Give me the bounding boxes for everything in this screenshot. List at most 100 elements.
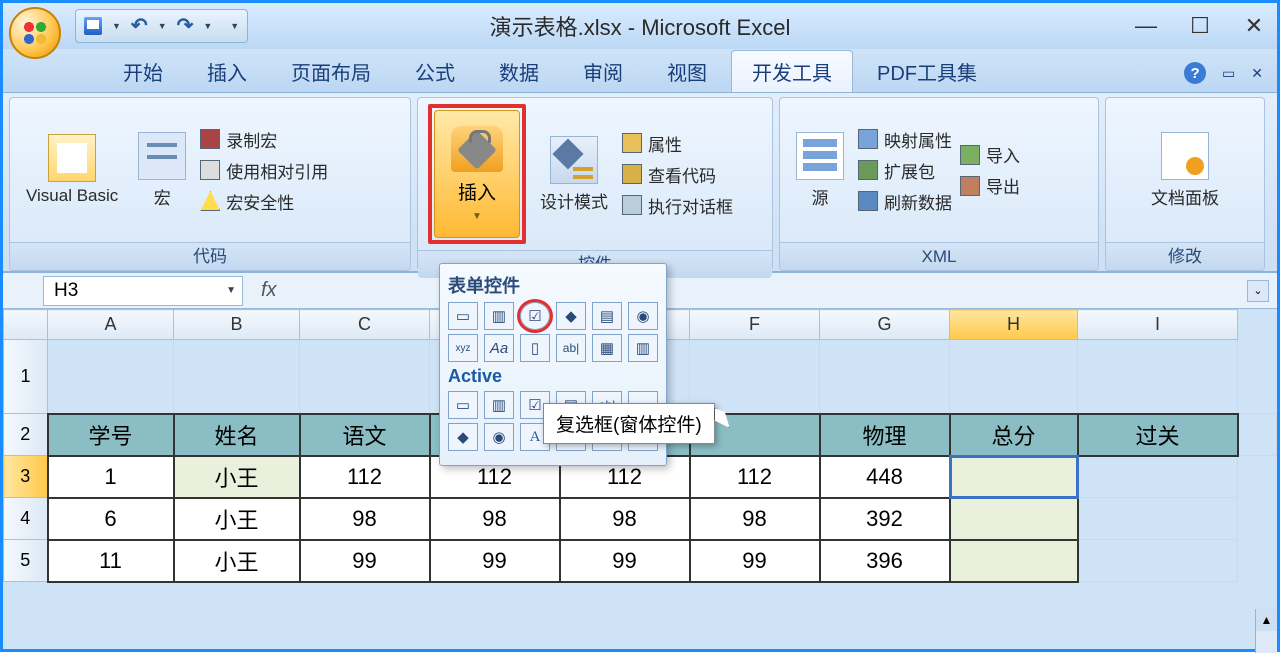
table-header[interactable]: 过关 [1078, 414, 1238, 456]
qat-customize[interactable]: ▼ [230, 21, 239, 31]
xml-import-button[interactable]: 导入 [960, 142, 1020, 167]
data-cell[interactable]: 392 [820, 498, 950, 540]
table-header[interactable]: 姓名 [174, 414, 300, 456]
option-control[interactable]: ◉ [628, 302, 658, 330]
cell[interactable] [820, 340, 950, 414]
office-button[interactable] [9, 7, 61, 59]
cell[interactable] [950, 340, 1078, 414]
data-cell[interactable]: 99 [560, 540, 690, 582]
tab-review[interactable]: 审阅 [563, 51, 643, 92]
dropdown-control[interactable]: ▥ [628, 334, 658, 362]
data-cell[interactable]: 小王 [174, 498, 300, 540]
macro-security-button[interactable]: 宏安全性 [200, 189, 328, 214]
undo-icon[interactable]: ↶ [131, 18, 148, 34]
tab-home[interactable]: 开始 [103, 51, 183, 92]
select-all-corner[interactable] [4, 310, 48, 340]
table-header[interactable]: 学号 [48, 414, 174, 456]
data-cell[interactable] [950, 540, 1078, 582]
data-cell[interactable]: 1 [48, 456, 174, 498]
data-cell[interactable] [950, 456, 1078, 498]
vertical-scrollbar[interactable]: ▲ [1255, 609, 1277, 653]
col-header-F[interactable]: F [690, 310, 820, 340]
visual-basic-button[interactable]: Visual Basic [20, 130, 124, 210]
ribbon-close[interactable]: ✕ [1251, 65, 1263, 82]
tab-insert[interactable]: 插入 [187, 51, 267, 92]
col-header-C[interactable]: C [300, 310, 430, 340]
row-header-3[interactable]: 3 [4, 456, 48, 498]
tab-view[interactable]: 视图 [647, 51, 727, 92]
tab-formulas[interactable]: 公式 [395, 51, 475, 92]
col-header-A[interactable]: A [48, 310, 174, 340]
button-control[interactable]: ▭ [448, 302, 478, 330]
data-cell[interactable]: 448 [820, 456, 950, 498]
redo-icon[interactable]: ↷ [177, 18, 194, 34]
col-header-B[interactable]: B [174, 310, 300, 340]
qat-redo-dd[interactable]: ▼ [203, 21, 212, 31]
maximize-button[interactable]: ☐ [1187, 13, 1213, 39]
xml-map-button[interactable]: 映射属性 [858, 127, 952, 152]
ax-button[interactable]: ▭ [448, 391, 478, 419]
help-icon[interactable]: ? [1184, 62, 1206, 84]
ax-combobox[interactable]: ▥ [484, 391, 514, 419]
fx-label[interactable]: fx [261, 279, 277, 302]
data-cell[interactable]: 6 [48, 498, 174, 540]
row-header-1[interactable]: 1 [4, 340, 48, 414]
xml-source-button[interactable]: 源 [790, 128, 850, 213]
data-cell[interactable]: 11 [48, 540, 174, 582]
ribbon-minimize[interactable]: ▭ [1222, 65, 1235, 82]
scrollbar-control[interactable]: ▯ [520, 334, 550, 362]
data-cell[interactable]: 小王 [174, 540, 300, 582]
row-header-4[interactable]: 4 [4, 498, 48, 540]
label-control[interactable]: Aa [484, 334, 514, 362]
view-code-button[interactable]: 查看代码 [622, 162, 733, 187]
row-header-5[interactable]: 5 [4, 540, 48, 582]
ax-option[interactable]: ◉ [484, 423, 514, 451]
cell[interactable] [174, 340, 300, 414]
save-icon[interactable] [84, 17, 102, 35]
data-cell[interactable]: 98 [560, 498, 690, 540]
qat-save-dd[interactable]: ▼ [112, 21, 121, 31]
groupbox-control[interactable]: xyz [448, 334, 478, 362]
tab-data[interactable]: 数据 [479, 51, 559, 92]
data-cell[interactable]: 98 [300, 498, 430, 540]
data-cell[interactable] [950, 498, 1078, 540]
cell[interactable] [1078, 340, 1238, 414]
use-relative-refs-button[interactable]: 使用相对引用 [200, 158, 328, 183]
xml-refresh-button[interactable]: 刷新数据 [858, 189, 952, 214]
design-mode-button[interactable]: 设计模式 [534, 132, 614, 217]
data-cell[interactable]: 98 [430, 498, 560, 540]
data-cell[interactable]: 99 [300, 540, 430, 582]
tab-pdf-tools[interactable]: PDF工具集 [857, 51, 997, 92]
doc-panel-button[interactable]: 文档面板 [1145, 128, 1225, 213]
data-cell[interactable]: 396 [820, 540, 950, 582]
row-header-2[interactable]: 2 [4, 414, 48, 456]
minimize-button[interactable]: — [1133, 13, 1159, 39]
data-cell[interactable]: 112 [690, 456, 820, 498]
scroll-up[interactable]: ▲ [1256, 609, 1277, 631]
table-header[interactable]: 总分 [950, 414, 1078, 456]
checkbox-control[interactable]: ☑ [520, 302, 550, 330]
combobox-control[interactable]: ▥ [484, 302, 514, 330]
insert-controls-button[interactable]: 插入 ▼ [434, 110, 520, 238]
macros-button[interactable]: 宏 [132, 128, 192, 213]
textfield-control[interactable]: ab| [556, 334, 586, 362]
data-cell[interactable]: 99 [690, 540, 820, 582]
xml-expansion-button[interactable]: 扩展包 [858, 158, 952, 183]
name-box[interactable]: H3 ▼ [43, 276, 243, 306]
cell[interactable] [300, 340, 430, 414]
run-dialog-button[interactable]: 执行对话框 [622, 193, 733, 218]
formula-bar-expand[interactable]: ⌄ [1247, 280, 1269, 302]
name-box-dropdown[interactable]: ▼ [226, 285, 236, 296]
listbox-control[interactable]: ▤ [592, 302, 622, 330]
col-header-G[interactable]: G [820, 310, 950, 340]
data-cell[interactable]: 98 [690, 498, 820, 540]
record-macro-button[interactable]: 录制宏 [200, 127, 328, 152]
cell[interactable] [48, 340, 174, 414]
combo-control[interactable]: ▦ [592, 334, 622, 362]
close-button[interactable]: ✕ [1241, 13, 1267, 39]
data-cell[interactable]: 112 [300, 456, 430, 498]
spinner-control[interactable]: ◆ [556, 302, 586, 330]
properties-button[interactable]: 属性 [622, 131, 733, 156]
table-header[interactable]: 物理 [820, 414, 950, 456]
data-cell[interactable]: 小王 [174, 456, 300, 498]
